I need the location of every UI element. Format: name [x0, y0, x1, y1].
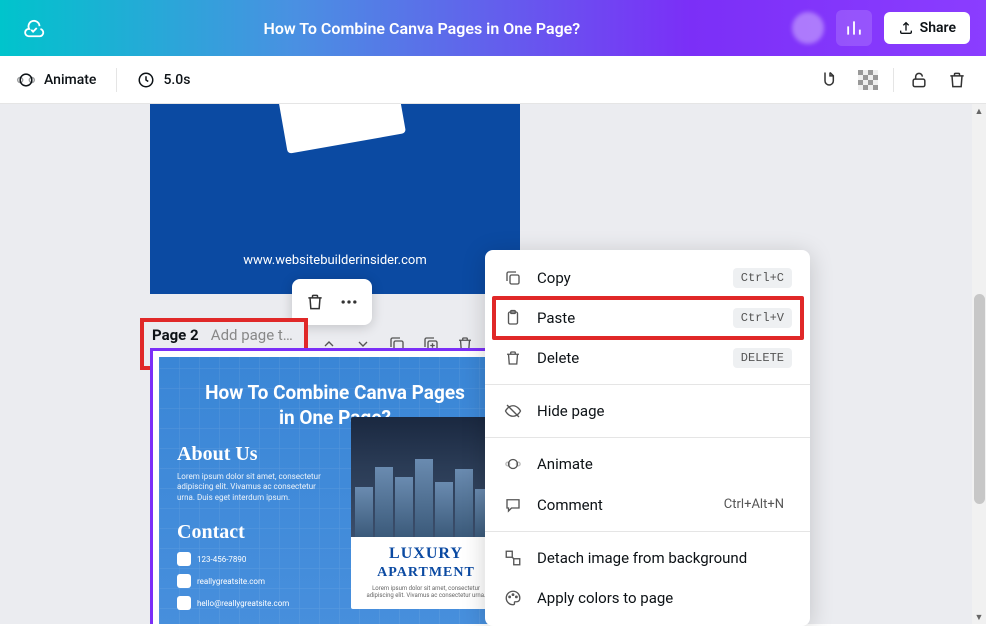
- menu-comment-label: Comment: [537, 496, 603, 514]
- menu-copy-shortcut: Ctrl+C: [733, 268, 792, 288]
- page-title-placeholder: Add page ti...: [211, 326, 296, 344]
- share-button[interactable]: Share: [884, 12, 970, 44]
- scroll-down-arrow[interactable]: ▼: [972, 610, 986, 624]
- menu-comment-shortcut: Ctrl+Alt+N: [716, 494, 792, 515]
- contact-heading: Contact: [177, 521, 327, 544]
- page1-url: www.websitebuilderinsider.com: [150, 253, 520, 268]
- menu-copy-label: Copy: [537, 269, 571, 287]
- about-text: Lorem ipsum dolor sit amet, consectetur …: [177, 472, 327, 503]
- document-title[interactable]: How To Combine Canva Pages in One Page?: [52, 19, 792, 38]
- paste-icon: [503, 308, 523, 328]
- menu-comment[interactable]: Comment Ctrl+Alt+N: [485, 484, 810, 525]
- comment-icon: [503, 495, 523, 515]
- palette-icon: [503, 588, 523, 608]
- menu-animate[interactable]: Animate: [485, 444, 810, 484]
- page-1-thumbnail[interactable]: www.websitebuilderinsider.com: [150, 104, 520, 294]
- styles-button[interactable]: [817, 67, 843, 93]
- contact-site: reallygreatsite.com: [177, 574, 327, 588]
- menu-delete-shortcut: DELETE: [733, 348, 792, 368]
- menu-delete[interactable]: Delete DELETE: [485, 338, 810, 378]
- menu-paste-label: Paste: [537, 309, 575, 327]
- context-menu: Copy Ctrl+C Paste Ctrl+V Delete DELETE H…: [485, 250, 810, 626]
- trash-button[interactable]: [944, 67, 970, 93]
- duration-button[interactable]: 5.0s: [137, 71, 190, 89]
- more-icon[interactable]: [332, 285, 366, 319]
- menu-hide-page[interactable]: Hide page: [485, 391, 810, 431]
- delete-icon: [503, 348, 523, 368]
- email-icon: [177, 596, 191, 610]
- menu-detach[interactable]: Detach image from background: [485, 538, 810, 578]
- apartment-label: APARTMENT: [351, 565, 501, 581]
- page1-shape: [274, 104, 406, 154]
- menu-apply-colors-label: Apply colors to page: [537, 589, 673, 607]
- animate-label: Animate: [44, 72, 96, 88]
- duration-label: 5.0s: [163, 72, 190, 88]
- analytics-button[interactable]: [836, 10, 872, 46]
- contact-email: hello@reallygreatsite.com: [177, 596, 327, 610]
- building-photo: [351, 417, 501, 537]
- copy-icon: [503, 268, 523, 288]
- menu-animate-label: Animate: [537, 455, 593, 473]
- toolbar-divider: [893, 68, 894, 92]
- page-2-canvas[interactable]: How To Combine Canva Pagesin One Page? A…: [150, 348, 520, 624]
- app-header: How To Combine Canva Pages in One Page? …: [0, 0, 986, 56]
- hide-icon: [503, 401, 523, 421]
- menu-detach-label: Detach image from background: [537, 549, 747, 567]
- menu-delete-label: Delete: [537, 349, 579, 367]
- card-lorem: Lorem ipsum dolor sit amet, consectetur …: [351, 581, 501, 609]
- menu-paste-shortcut: Ctrl+V: [733, 308, 792, 328]
- toolbar-divider: [116, 68, 117, 92]
- scrollbar-thumb[interactable]: [974, 294, 985, 504]
- animate-button[interactable]: Animate: [16, 70, 96, 90]
- menu-divider: [485, 531, 810, 532]
- menu-apply-colors[interactable]: Apply colors to page: [485, 578, 810, 618]
- avatar[interactable]: [792, 12, 824, 44]
- share-label: Share: [920, 20, 956, 36]
- toolbar: Animate 5.0s: [0, 56, 986, 104]
- menu-copy[interactable]: Copy Ctrl+C: [485, 258, 810, 298]
- menu-paste[interactable]: Paste Ctrl+V: [485, 298, 810, 338]
- phone-icon: [177, 552, 191, 566]
- contact-phone: 123-456-7890: [177, 552, 327, 566]
- menu-divider: [485, 437, 810, 438]
- lock-button[interactable]: [906, 67, 932, 93]
- cloud-save-icon[interactable]: [16, 10, 52, 46]
- scroll-up-arrow[interactable]: ▲: [972, 104, 986, 118]
- menu-divider: [485, 384, 810, 385]
- animate-icon: [503, 454, 523, 474]
- trash-icon[interactable]: [298, 285, 332, 319]
- transparency-button[interactable]: [855, 67, 881, 93]
- web-icon: [177, 574, 191, 588]
- detach-icon: [503, 548, 523, 568]
- luxury-label: LUXURY: [351, 537, 501, 565]
- photo-card: LUXURY APARTMENT Lorem ipsum dolor sit a…: [351, 417, 501, 609]
- menu-hide-label: Hide page: [537, 402, 604, 420]
- about-heading: About Us: [177, 443, 327, 466]
